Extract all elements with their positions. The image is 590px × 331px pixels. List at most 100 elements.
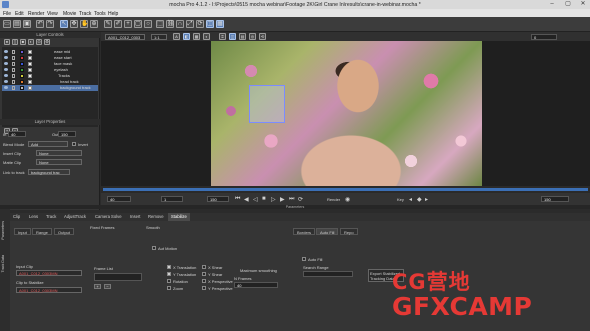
next-key-icon[interactable]: ▸ [425, 196, 428, 203]
rotate-icon[interactable]: ⟳ [196, 20, 204, 28]
select-tool-icon[interactable]: ↖ [60, 20, 68, 28]
tab-remove[interactable]: Remove [145, 213, 167, 221]
in-field[interactable]: 40 [8, 131, 26, 137]
current-frame-field[interactable]: 1 [161, 196, 183, 202]
layer-color-swatch[interactable] [20, 79, 24, 84]
surface-icon[interactable]: ◫ [206, 20, 214, 28]
magnet-icon[interactable]: ∩ [176, 20, 184, 28]
clip-select[interactable]: A001_C012_0303 [105, 33, 145, 40]
lock-icon[interactable] [12, 68, 15, 72]
eye-icon[interactable] [4, 50, 8, 54]
matte-view-icon[interactable]: ◐ [203, 33, 210, 40]
layer-color-swatch[interactable] [20, 49, 24, 54]
color-toggle-icon[interactable]: ■ [20, 39, 26, 45]
stop-icon[interactable]: ■ [262, 196, 266, 202]
lock-toggle-icon[interactable]: ▯ [12, 39, 18, 45]
add-key-icon[interactable]: ◆ [417, 196, 422, 203]
lock-icon[interactable] [12, 62, 15, 66]
xspline-tool-icon[interactable]: ✎ [104, 20, 112, 28]
view-mode-icon[interactable]: ◧ [183, 33, 190, 40]
menu-file[interactable]: File [3, 11, 11, 17]
n-frames-field[interactable]: 40 [234, 282, 278, 288]
link-icon[interactable]: ⛓ [166, 20, 175, 28]
eye-icon[interactable] [4, 74, 8, 78]
subtab-auto-fill[interactable]: Auto Fill [316, 228, 339, 235]
view-a-icon[interactable]: A [173, 33, 180, 40]
layer-checkbox[interactable] [28, 61, 32, 66]
timeline[interactable] [101, 186, 590, 193]
transform-tool-icon[interactable]: ⬚ [156, 20, 164, 28]
out-field[interactable]: 150 [58, 131, 76, 137]
layer-row-ease-start[interactable]: ease start [2, 55, 98, 61]
rectangle-tool-icon[interactable]: ▢ [134, 20, 142, 28]
menu-help[interactable]: Help [108, 11, 118, 17]
layer-row-face-mask[interactable]: face mask [2, 61, 98, 67]
redo-icon[interactable]: ↷ [46, 20, 54, 28]
layer-checkbox[interactable] [28, 49, 32, 54]
bezier-tool-icon[interactable]: ✐ [114, 20, 122, 28]
insert-clip-select[interactable]: None [36, 150, 82, 156]
matte-toggle-icon[interactable]: ◐ [28, 39, 34, 45]
step-back-icon[interactable]: ◀ [244, 196, 249, 203]
frame-list[interactable] [94, 273, 142, 281]
blend-mode-select[interactable]: Add [28, 141, 68, 147]
search-range-field[interactable] [303, 271, 353, 277]
timeline-range[interactable] [103, 188, 588, 191]
move-tool-icon[interactable]: ✥ [70, 20, 78, 28]
lock-icon[interactable] [12, 50, 15, 54]
end-frame-field[interactable]: 150 [541, 196, 569, 202]
circle-tool-icon[interactable]: ○ [144, 20, 152, 28]
tab-adjust-track[interactable]: AdjustTrack [61, 213, 89, 221]
y-perspective-checkbox[interactable] [202, 286, 206, 290]
new-project-icon[interactable]: ▭ [3, 20, 11, 28]
loop-icon[interactable]: ⟳ [298, 196, 303, 203]
subtab-output[interactable]: Output [54, 228, 75, 235]
tab-insert[interactable]: Insert [127, 213, 143, 221]
play-icon[interactable]: ▷ [271, 196, 276, 203]
tab-track[interactable]: Track [43, 213, 59, 221]
maximize-icon[interactable]: ▢ [560, 0, 576, 9]
layer-checkbox[interactable] [28, 55, 32, 60]
undo-icon[interactable]: ↶ [36, 20, 44, 28]
tab-lens[interactable]: Lens [26, 213, 41, 221]
layer-color-swatch[interactable] [20, 55, 24, 60]
scale-icon[interactable]: ⤢ [186, 20, 194, 28]
layer-row-background-track[interactable]: background track [2, 85, 98, 91]
x-shear-checkbox[interactable] [202, 265, 206, 269]
auto-motion-checkbox[interactable] [152, 246, 156, 250]
matte-clip-select[interactable]: None [36, 159, 82, 165]
open-icon[interactable]: ▤ [13, 20, 21, 28]
y-shear-checkbox[interactable] [202, 272, 206, 276]
pan-tool-icon[interactable]: ✋ [80, 20, 88, 28]
zoom-checkbox[interactable] [167, 286, 171, 290]
menu-movie[interactable]: Movie [63, 11, 76, 17]
go-end-icon[interactable]: ⏭ [289, 196, 294, 203]
minimize-icon[interactable]: – [544, 0, 560, 9]
eye-icon[interactable] [4, 56, 8, 60]
side-tab-parameters[interactable]: Parameters [1, 221, 9, 240]
zoom-tool-icon[interactable]: ⊕ [90, 20, 98, 28]
frame-field[interactable]: 0 [531, 33, 557, 40]
stabilize-view-icon[interactable]: ◎ [249, 33, 256, 40]
eye-icon[interactable] [4, 86, 8, 90]
menu-render[interactable]: Render [28, 11, 44, 17]
subtab-range[interactable]: Range [32, 228, 52, 235]
track-view-icon[interactable]: ⌗ [219, 33, 226, 40]
play-reverse-icon[interactable]: ◁ [253, 196, 258, 203]
zoom-select[interactable]: 1:1 [151, 33, 167, 40]
tracking-toggle-icon[interactable]: ⊙ [36, 39, 42, 45]
surface-view-icon[interactable]: ◫ [229, 33, 236, 40]
eye-icon[interactable] [4, 80, 8, 84]
clip-to-stabilize-select[interactable]: A001_C012_0303MN [16, 287, 82, 293]
layer-checkbox[interactable] [28, 85, 32, 90]
tab-camera-solve[interactable]: Camera Solve [92, 213, 125, 221]
input-clip-select[interactable]: A001_C012_0303MN [16, 270, 82, 276]
remove-frame-button[interactable]: − [104, 284, 111, 289]
lock-icon[interactable] [12, 80, 15, 84]
layer-row-ease-mid[interactable]: ease mid [2, 49, 98, 55]
overlay-icon[interactable]: ▦ [193, 33, 200, 40]
reset-view-icon[interactable]: ⟲ [259, 33, 266, 40]
footage-image[interactable] [211, 41, 482, 186]
out-frame-field[interactable]: 150 [207, 196, 229, 202]
eye-icon[interactable] [4, 62, 8, 66]
